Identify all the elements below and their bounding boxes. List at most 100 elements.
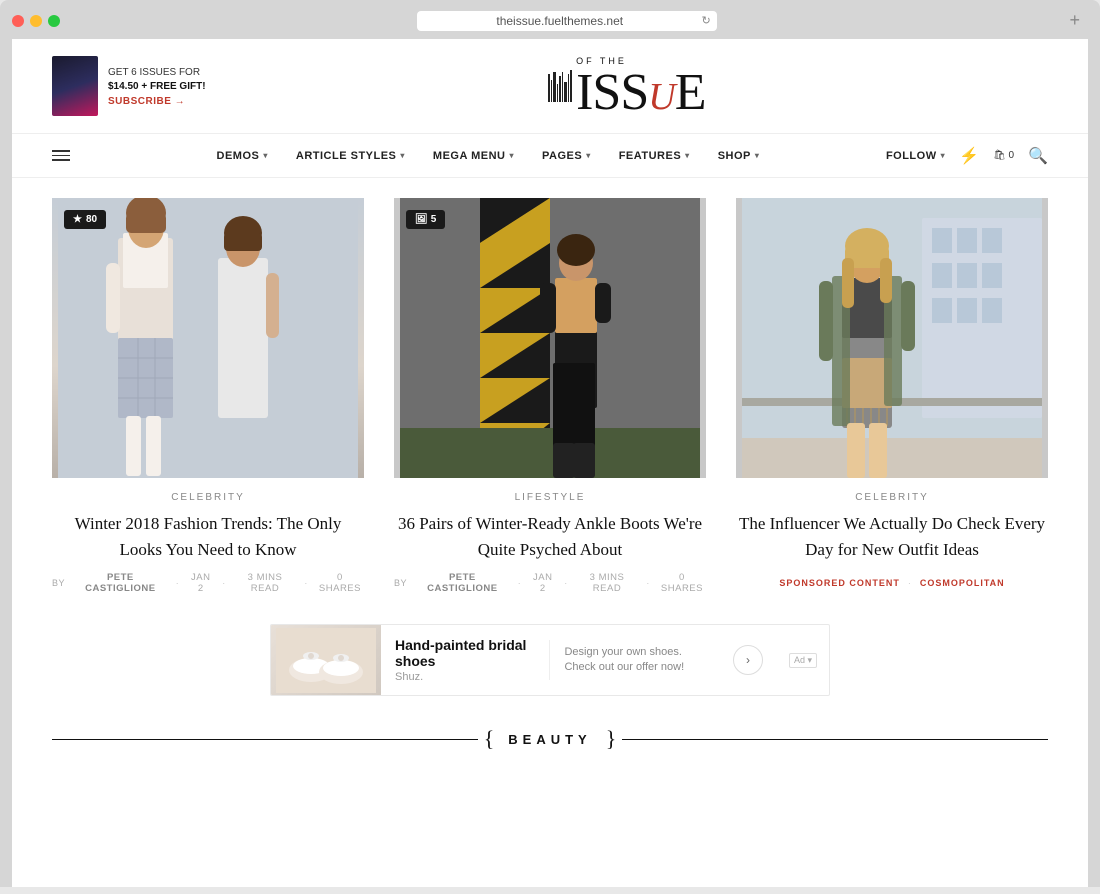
cart-count: 0 — [1009, 150, 1015, 161]
section-title-beauty: { BEAUTY } — [52, 726, 1048, 752]
sponsored-tags: SPONSORED CONTENT · COSMOPOLITAN — [736, 578, 1048, 588]
article-badge-2: 🖼 5 — [406, 210, 445, 229]
nav-item-features[interactable]: FEATURES ▾ — [605, 134, 704, 178]
nav-links: DEMOS ▾ ARTICLE STYLES ▾ MEGA MENU ▾ PAG… — [90, 134, 886, 178]
follow-label: FOLLOW — [886, 150, 937, 162]
nav-arrow-shop: ▾ — [755, 151, 760, 160]
logo-main: ISSUE — [576, 67, 705, 119]
ad-title: Hand-painted bridal shoes — [395, 637, 535, 669]
ad-banner: Hand-painted bridal shoes Shuz. Design y… — [270, 624, 830, 696]
lightning-icon[interactable]: ⚡ — [959, 146, 979, 166]
nav-arrow-demos: ▾ — [263, 151, 268, 160]
ad-arrow-button[interactable]: › — [733, 645, 763, 675]
article-image-1[interactable]: ★ 80 — [52, 198, 364, 478]
barcode-decoration — [548, 70, 572, 102]
promo-price: $14.50 + FREE GIFT! — [108, 80, 206, 94]
badge-value-1: 80 — [86, 214, 97, 225]
nav-label-features: FEATURES — [619, 150, 681, 162]
tag-sep: · — [908, 578, 912, 588]
nav-item-mega-menu[interactable]: MEGA MENU ▾ — [419, 134, 528, 178]
nav-item-demos[interactable]: DEMOS ▾ — [203, 134, 282, 178]
article-category-3: CELEBRITY — [736, 492, 1048, 503]
cart-icon[interactable]: 🛍 0 — [993, 150, 1014, 161]
subscribe-block: GET 6 ISSUES FOR $14.50 + FREE GIFT! SUB… — [52, 56, 206, 116]
article-image-3[interactable] — [736, 198, 1048, 478]
nav-label-pages: PAGES — [542, 150, 582, 162]
nav-item-pages[interactable]: PAGES ▾ — [528, 134, 605, 178]
section-title-text: BEAUTY — [500, 732, 599, 747]
logo-small: of the — [576, 57, 627, 66]
ad-content: Hand-painted bridal shoes Shuz. — [381, 627, 549, 693]
article-author-2: PETE CASTIGLIONE — [415, 572, 510, 594]
article-shares-2: 0 SHARES — [658, 572, 706, 594]
tag-cosmopolitan: COSMOPOLITAN — [920, 578, 1005, 588]
article-date-1: JAN 2 — [187, 572, 214, 594]
article-title-1[interactable]: Winter 2018 Fashion Trends: The Only Loo… — [52, 511, 364, 562]
promo-text: GET 6 ISSUES FOR $14.50 + FREE GIFT! — [108, 66, 206, 94]
photo-icon: 🖼 — [415, 214, 428, 225]
star-icon: ★ — [73, 214, 82, 225]
hamburger-menu[interactable] — [52, 150, 70, 161]
article-read-1: 3 MINS READ — [234, 572, 296, 594]
search-icon[interactable]: 🔍 — [1028, 146, 1048, 166]
new-tab-button[interactable]: + — [1061, 10, 1088, 31]
article-category-1: CELEBRITY — [52, 492, 364, 503]
article-badge-1: ★ 80 — [64, 210, 106, 229]
ad-action: › — [719, 645, 777, 675]
url-text: theissue.fuelthemes.net — [496, 14, 623, 28]
close-button[interactable] — [12, 15, 24, 27]
ad-right: Ad ▾ — [777, 645, 829, 676]
nav-arrow-features: ▾ — [685, 151, 690, 160]
nav-label-mega-menu: MEGA MENU — [433, 150, 506, 162]
article-meta-1: BY PETE CASTIGLIONE · JAN 2 · 3 MINS REA… — [52, 572, 364, 594]
top-bar: GET 6 ISSUES FOR $14.50 + FREE GIFT! SUB… — [12, 39, 1088, 134]
article-author-1: PETE CASTIGLIONE — [73, 572, 168, 594]
section-bracket-left: { — [484, 726, 495, 752]
ad-brand: Shuz. — [395, 671, 535, 683]
section-line-right — [622, 739, 1048, 740]
address-bar[interactable]: theissue.fuelthemes.net — [417, 11, 717, 31]
nav-label-article-styles: ARTICLE STYLES — [296, 150, 397, 162]
article-grid: ★ 80 CELEBRITY Winter 2018 Fashion Trend… — [52, 198, 1048, 594]
badge-value-2: 5 — [431, 214, 437, 225]
logo-accent: U — [648, 76, 674, 118]
ad-image — [271, 624, 381, 696]
article-title-2[interactable]: 36 Pairs of Winter-Ready Ankle Boots We'… — [394, 511, 706, 562]
nav-label-demos: DEMOS — [217, 150, 260, 162]
reload-icon[interactable]: ↻ — [702, 14, 711, 27]
hamburger-line-1 — [52, 150, 70, 152]
article-title-3[interactable]: The Influencer We Actually Do Check Ever… — [736, 511, 1048, 562]
promo-line1: GET 6 ISSUES FOR — [108, 67, 200, 78]
tag-sponsored: SPONSORED CONTENT — [779, 578, 900, 588]
section-bracket-right: } — [606, 726, 617, 752]
maximize-button[interactable] — [48, 15, 60, 27]
section-line-left — [52, 739, 478, 740]
nav-item-article-styles[interactable]: ARTICLE STYLES ▾ — [282, 134, 419, 178]
article-date-2: JAN 2 — [529, 572, 556, 594]
article-read-2: 3 MINS READ — [576, 572, 638, 594]
main-content: ★ 80 CELEBRITY Winter 2018 Fashion Trend… — [12, 178, 1088, 772]
hamburger-line-2 — [52, 155, 70, 157]
ad-label[interactable]: Ad ▾ — [789, 653, 817, 668]
article-meta-2: BY PETE CASTIGLIONE · JAN 2 · 3 MINS REA… — [394, 572, 706, 594]
site-logo[interactable]: of the ISSUE — [548, 53, 705, 119]
nav-right: FOLLOW ▾ ⚡ 🛍 0 🔍 — [886, 146, 1048, 166]
follow-button[interactable]: FOLLOW ▾ — [886, 150, 945, 162]
article-category-2: LIFESTYLE — [394, 492, 706, 503]
nav-label-shop: SHOP — [718, 150, 751, 162]
hamburger-line-3 — [52, 159, 70, 161]
article-card-3: CELEBRITY The Influencer We Actually Do … — [736, 198, 1048, 594]
nav-arrow-pages: ▾ — [586, 151, 591, 160]
article-card-2: 🖼 5 LIFESTYLE 36 Pairs of Winter-Ready A… — [394, 198, 706, 594]
nav-item-shop[interactable]: SHOP ▾ — [704, 134, 774, 178]
main-navigation: DEMOS ▾ ARTICLE STYLES ▾ MEGA MENU ▾ PAG… — [12, 134, 1088, 178]
minimize-button[interactable] — [30, 15, 42, 27]
nav-arrow-mega-menu: ▾ — [509, 151, 514, 160]
meta-sep-1: · — [176, 578, 180, 589]
logo-text: of the ISSUE — [576, 53, 705, 119]
logo-area: of the ISSUE — [206, 53, 1048, 119]
article-image-2[interactable]: 🖼 5 — [394, 198, 706, 478]
nav-arrow-article-styles: ▾ — [400, 151, 405, 160]
subscribe-link[interactable]: SUBSCRIBE → — [108, 96, 206, 107]
subscribe-label: SUBSCRIBE → — [108, 96, 185, 107]
